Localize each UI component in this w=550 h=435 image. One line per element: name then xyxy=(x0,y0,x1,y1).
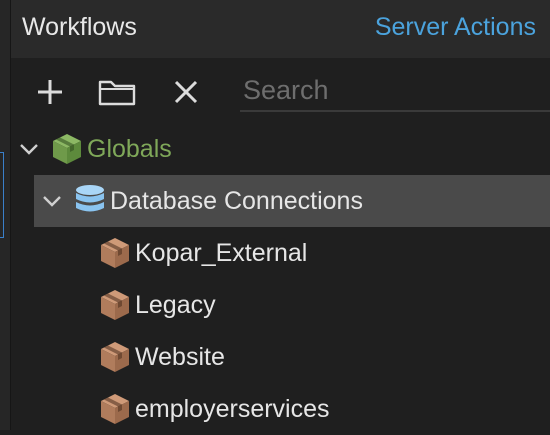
tree-item-connection[interactable]: Website xyxy=(95,331,550,383)
delete-button[interactable] xyxy=(166,72,206,112)
package-icon xyxy=(95,331,135,383)
tree-item-label: employerservices xyxy=(135,394,330,423)
package-icon xyxy=(47,123,87,175)
add-button[interactable] xyxy=(30,72,70,112)
toolbar xyxy=(11,64,550,116)
tree-item-label: Kopar_External xyxy=(135,238,308,267)
tree-item-label: Website xyxy=(135,342,225,371)
new-folder-button[interactable] xyxy=(97,72,137,112)
database-icon xyxy=(70,175,110,227)
workflow-tree: Globals Database Connections Kopar_Exter… xyxy=(11,122,550,430)
left-panel-selection-marker xyxy=(0,152,4,238)
panel-title: Workflows xyxy=(22,13,137,41)
package-icon xyxy=(95,279,135,331)
tree-item-connection[interactable]: employerservices xyxy=(95,383,550,435)
server-actions-tab[interactable]: Server Actions xyxy=(375,13,536,42)
tree-item-connection[interactable]: Kopar_External xyxy=(95,227,550,279)
tree-item-label: Globals xyxy=(87,134,172,163)
search-input[interactable] xyxy=(240,70,550,112)
workflows-header: Workflows Server Actions xyxy=(11,0,550,58)
chevron-down-icon[interactable] xyxy=(11,123,47,175)
package-icon xyxy=(95,383,135,435)
tree-item-label: Database Connections xyxy=(110,186,363,215)
tree-item-database-connections[interactable]: Database Connections xyxy=(34,175,550,227)
package-icon xyxy=(95,227,135,279)
close-icon xyxy=(174,80,198,104)
folder-icon xyxy=(98,80,136,106)
tree-item-label: Legacy xyxy=(135,290,216,319)
tree-item-connection[interactable]: Legacy xyxy=(95,279,550,331)
plus-icon xyxy=(38,80,62,104)
tree-item-globals[interactable]: Globals xyxy=(11,123,550,175)
chevron-down-icon[interactable] xyxy=(34,175,70,227)
